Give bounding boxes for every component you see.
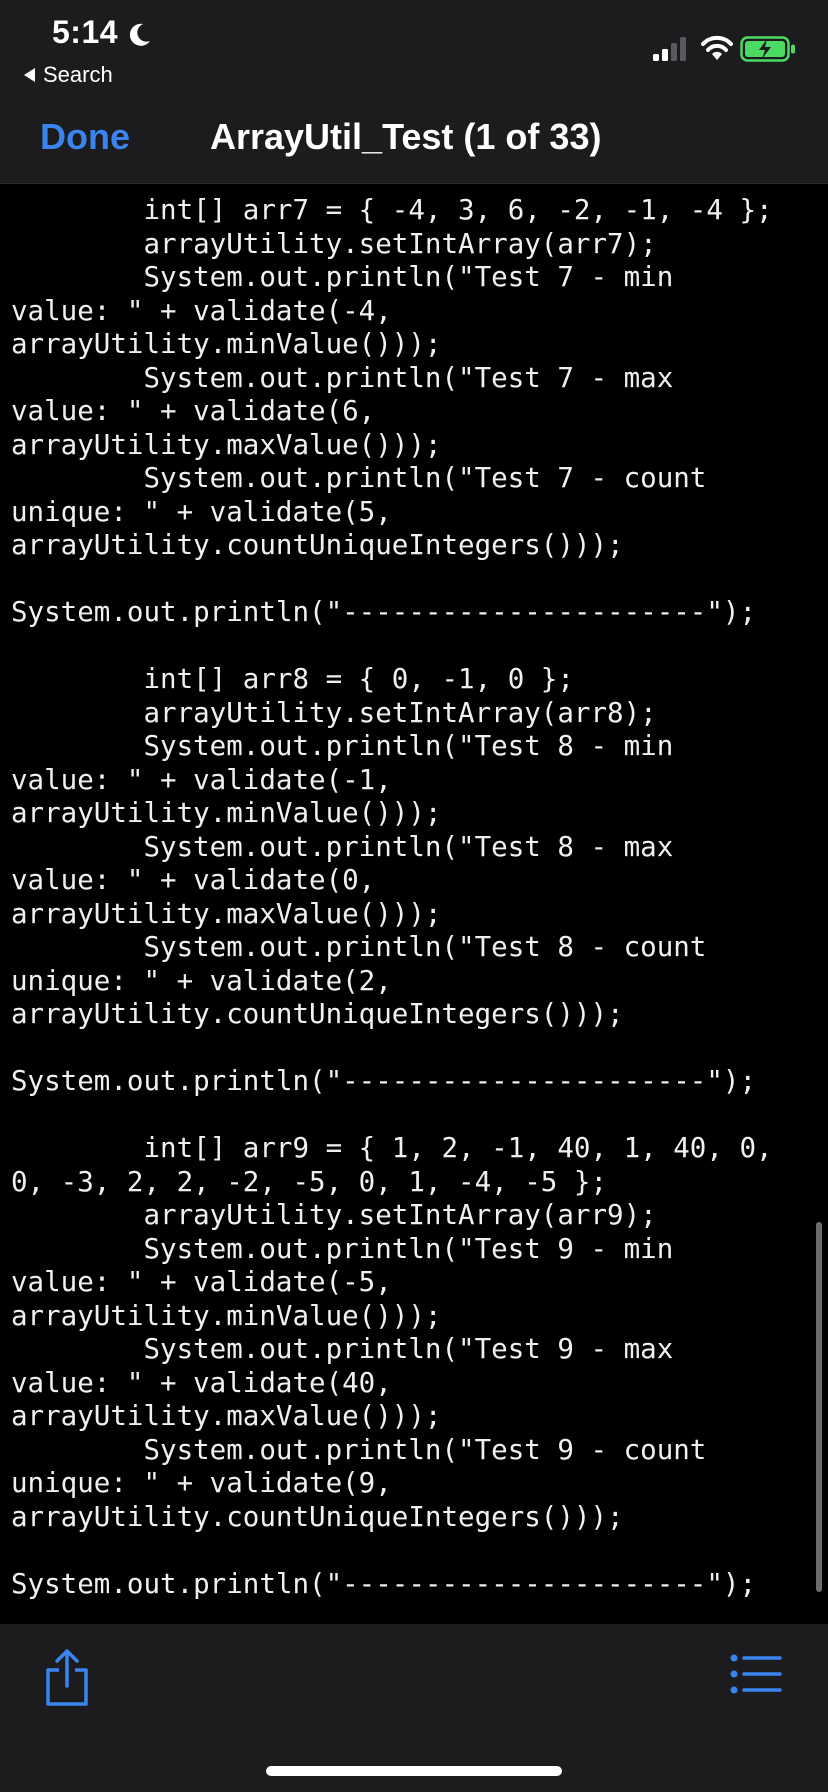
code-line: int[] arr8 = { 0, -1, 0 }; xyxy=(11,663,574,695)
code-line: System.out.println("Test 7 - max xyxy=(11,361,674,394)
code-line: System.out.println("Test 9 - count xyxy=(11,1433,707,1466)
home-indicator[interactable] xyxy=(266,1766,562,1776)
code-line: arrayUtility.countUniqueIntegers())); xyxy=(11,529,624,561)
code-line: 0, -3, 2, 2, -2, -5, 0, 1, -4, -5 }; xyxy=(11,1165,608,1198)
code-line: System.out.println("Test 7 - min xyxy=(11,261,674,293)
code-line: arrayUtility.minValue())); xyxy=(11,1299,442,1332)
code-line: System.out.println("Test 8 - count xyxy=(11,931,707,963)
code-line: arrayUtility.setIntArray(arr7); xyxy=(11,227,657,260)
document-title: ArrayUtil_Test (1 of 33) xyxy=(210,116,602,157)
code-line: arrayUtility.maxValue())); xyxy=(11,897,442,930)
code-line: arrayUtility.countUniqueIntegers())); xyxy=(11,998,624,1030)
moon-icon xyxy=(129,23,150,46)
code-line: System.out.println("--------------------… xyxy=(11,1567,757,1600)
code-line: System.out.println("Test 8 - min xyxy=(11,730,674,762)
navigation-bar: Done ArrayUtil_Test (1 of 33) xyxy=(0,92,828,184)
code-line: int[] arr7 = { -4, 3, 6, -2, -1, -4 }; xyxy=(11,194,773,226)
back-link-label: Search xyxy=(43,62,113,87)
list-icon[interactable] xyxy=(730,1654,782,1694)
code-line: arrayUtility.maxValue())); xyxy=(11,428,442,461)
code-line: arrayUtility.maxValue())); xyxy=(11,1400,442,1432)
code-line: System.out.println("--------------------… xyxy=(11,596,757,628)
code-line: unique: " + validate(9, xyxy=(11,1467,392,1499)
code-line: System.out.println("--------------------… xyxy=(11,1065,757,1097)
code-line: value: " + validate(-1, xyxy=(11,763,392,796)
code-line: arrayUtility.setIntArray(arr9); xyxy=(11,1199,657,1231)
code-content: int[] arr7 = { -4, 3, 6, -2, -1, -4 }; a… xyxy=(11,194,773,1601)
code-line: arrayUtility.minValue())); xyxy=(11,797,442,829)
code-line: System.out.println("Test 7 - count xyxy=(11,462,707,494)
status-time: 5:14 xyxy=(52,14,119,50)
back-to-search-link[interactable]: Search xyxy=(24,62,113,88)
done-button[interactable]: Done xyxy=(40,116,130,158)
code-line: value: " + validate(6, xyxy=(11,395,376,427)
code-line: unique: " + validate(5, xyxy=(11,495,392,528)
back-triangle-icon xyxy=(24,68,35,82)
code-line: arrayUtility.countUniqueIntegers())); xyxy=(11,1500,624,1533)
wifi-icon xyxy=(701,35,733,60)
cellular-signal-icon xyxy=(653,37,686,61)
code-line: System.out.println("Test 9 - max xyxy=(11,1333,674,1365)
code-line: arrayUtility.minValue())); xyxy=(11,328,442,360)
code-line: value: " + validate(-4, xyxy=(11,294,392,327)
code-line: unique: " + validate(2, xyxy=(11,964,392,997)
code-viewer[interactable]: int[] arr7 = { -4, 3, 6, -2, -1, -4 }; a… xyxy=(0,184,828,1624)
status-bar: 5:14 Search xyxy=(0,0,828,92)
code-line: value: " + validate(-5, xyxy=(11,1266,392,1298)
code-line: int[] arr9 = { 1, 2, -1, 40, 1, 40, 0, xyxy=(11,1132,773,1164)
battery-charging-icon xyxy=(740,36,795,62)
share-icon[interactable] xyxy=(42,1648,92,1708)
code-line: System.out.println("Test 8 - max xyxy=(11,830,674,863)
code-line: System.out.println("Test 9 - min xyxy=(11,1232,674,1265)
bottom-toolbar xyxy=(0,1624,828,1792)
code-line: arrayUtility.setIntArray(arr8); xyxy=(11,696,657,729)
code-line: value: " + validate(0, xyxy=(11,864,376,896)
scroll-indicator[interactable] xyxy=(816,1222,822,1592)
code-line: value: " + validate(40, xyxy=(11,1366,392,1399)
